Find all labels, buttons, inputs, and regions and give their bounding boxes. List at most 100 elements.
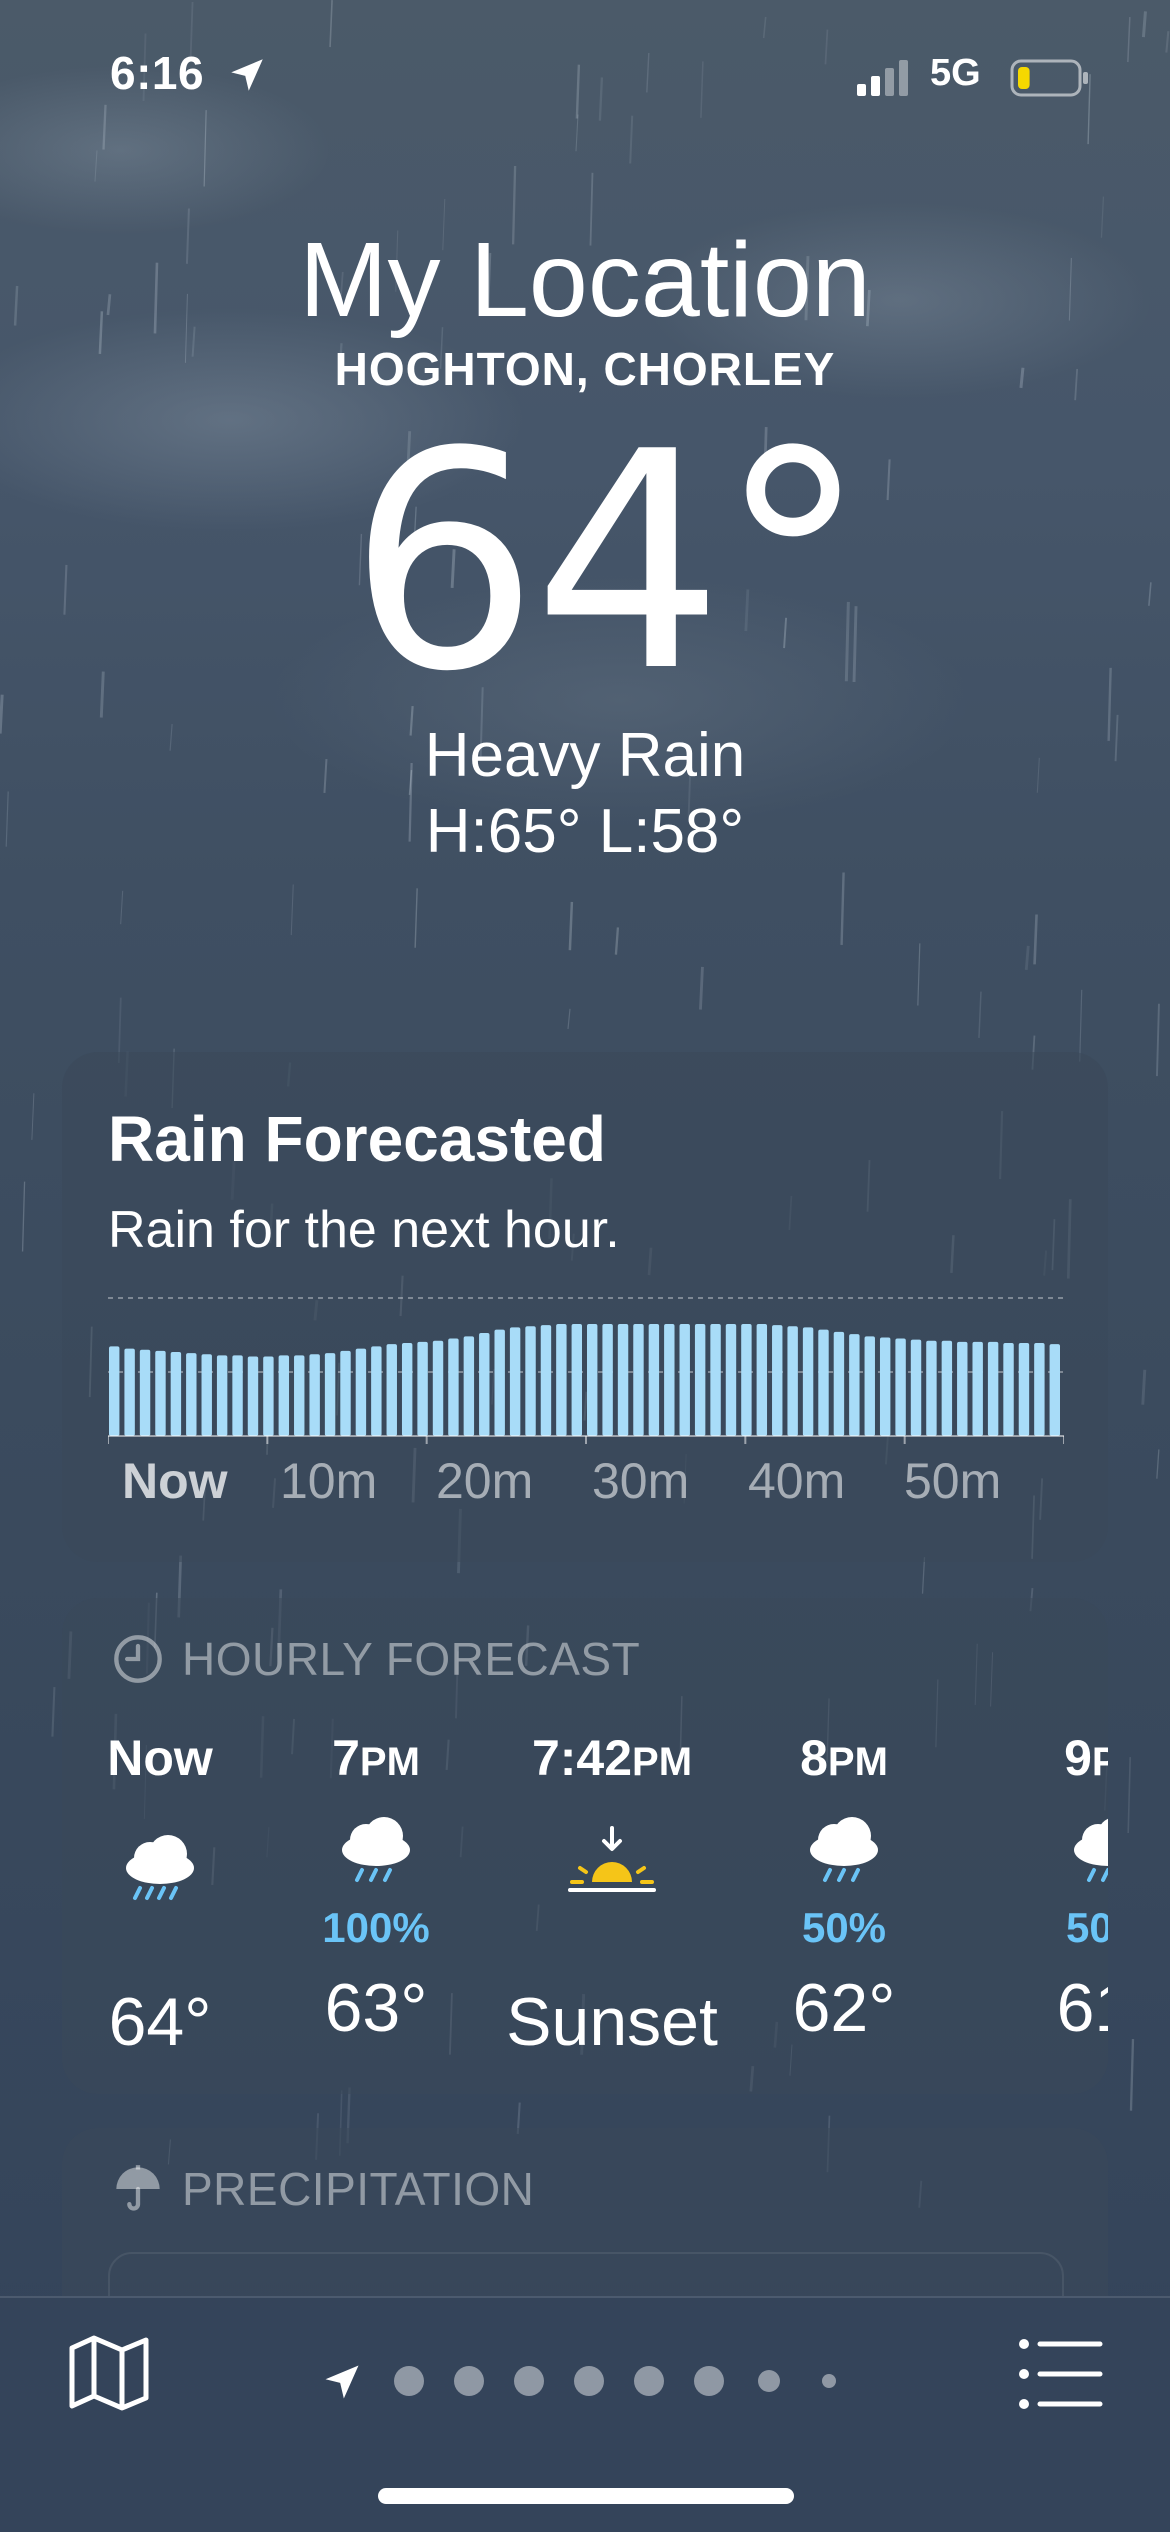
rain-streak <box>290 884 294 936</box>
current-conditions: My Location HOGHTON, CHORLEY 64° Heavy R… <box>0 220 1170 870</box>
rain-intensity-bar <box>756 1324 768 1436</box>
rain-streak <box>414 888 418 948</box>
rain-intensity-bar <box>124 1348 135 1436</box>
network-type: 5G <box>930 52 981 94</box>
rain-intensity-bar <box>509 1327 521 1436</box>
list-icon[interactable] <box>1016 2334 1106 2414</box>
rain-intensity-bar <box>633 1324 644 1436</box>
rain-streak <box>921 1557 926 1594</box>
rain-intensity-bar <box>1034 1343 1045 1436</box>
rain-intensity-bar <box>247 1356 259 1436</box>
page-indicator[interactable] <box>320 2350 850 2410</box>
rain-intensity-bar <box>587 1324 598 1436</box>
hour-precip-chance: 50% <box>1065 1904 1108 1951</box>
chart-label-now: Now <box>122 1453 228 1509</box>
precipitation-header: PRECIPITATION <box>112 2162 534 2216</box>
rain-intensity-bar <box>340 1350 351 1436</box>
rain-intensity-bar <box>109 1346 120 1436</box>
rain-intensity-bar <box>263 1356 274 1436</box>
rain-streak <box>1156 1003 1160 1077</box>
rain-streak <box>1127 1757 1131 1833</box>
hour-item-7pm: 7PM 100% 63° <box>256 1728 496 2048</box>
chart-time-labels: Now 10m 20m 30m 40m 50m <box>108 1452 1064 1532</box>
rain-intensity-bar <box>432 1340 444 1436</box>
rain-streak <box>94 150 98 182</box>
location-arrow-icon <box>231 59 263 91</box>
rain-intensity-bar <box>556 1324 567 1436</box>
hour-time: 8PM <box>800 1730 888 1786</box>
page-dot <box>454 2366 484 2396</box>
hour-item-now: Now 64° <box>62 1728 280 2062</box>
rain-intensity-bar <box>463 1336 475 1436</box>
rain-cloud-icon <box>126 1835 194 1900</box>
rain-intensity-bar <box>479 1332 490 1436</box>
rain-intensity-bar <box>155 1350 166 1436</box>
rain-intensity-bar <box>818 1329 829 1436</box>
rain-intensity-bar <box>972 1341 983 1436</box>
rain-intensity-bar <box>1049 1344 1060 1436</box>
chart-label-40m: 40m <box>748 1453 846 1509</box>
rain-streak <box>567 1008 571 1030</box>
rain-streak <box>1024 945 1030 971</box>
rain-intensity-bar <box>324 1353 336 1436</box>
current-temperature: 64° <box>348 388 868 737</box>
hour-time: Now <box>107 1730 213 1786</box>
chart-label-10m: 10m <box>280 1453 378 1509</box>
rain-intensity-bar <box>725 1324 737 1436</box>
rain-intensity-bar <box>787 1326 798 1436</box>
hour-precip-chance <box>62 1920 280 1970</box>
map-icon[interactable] <box>64 2328 154 2418</box>
clock-icon <box>114 1635 162 1683</box>
hourly-scroll[interactable]: Now 64° 7PM 100% 63° 7:42PM Sunset 8PM 5… <box>62 1728 1108 2088</box>
rain-intensity-bar <box>941 1340 953 1436</box>
page-dot <box>758 2370 780 2392</box>
hour-time: 7:42PM <box>531 1730 693 1786</box>
rain-intensity-bar <box>540 1325 552 1436</box>
rain-intensity-bar <box>849 1334 860 1436</box>
hour-temperature: 63° <box>324 1970 428 2046</box>
home-indicator <box>378 2488 794 2504</box>
location-name: My Location <box>299 221 871 339</box>
rain-intensity-bar <box>664 1324 675 1436</box>
rain-intensity-bar <box>417 1341 428 1436</box>
rain-streak <box>917 943 921 1006</box>
hour-temperature: 61° <box>1056 1970 1108 2046</box>
rain-intensity-bar <box>648 1324 660 1436</box>
rain-forecast-card[interactable]: Rain Forecasted Rain for the next hour. … <box>62 1052 1108 1562</box>
rain-streak <box>978 991 982 1038</box>
rain-intensity-bar <box>494 1329 505 1436</box>
status-bar: 6:16 5G <box>0 0 1170 150</box>
page-dot <box>634 2366 664 2396</box>
rain-intensity-bar <box>679 1324 690 1436</box>
cellular-signal-icon <box>857 60 908 96</box>
rain-intensity-bar <box>710 1324 721 1436</box>
rain-intensity-bar <box>386 1344 397 1436</box>
page-dot <box>822 2374 836 2388</box>
rain-intensity-bar <box>617 1324 629 1436</box>
rain-intensity-bar <box>802 1327 814 1436</box>
status-time: 6:16 <box>110 47 205 99</box>
hour-item-sunset: 7:42PM Sunset <box>462 1728 762 2062</box>
rain-intensity-bar <box>895 1338 906 1436</box>
rain-intensity-bar <box>232 1355 243 1436</box>
rain-intensity-bar <box>355 1348 367 1436</box>
hour-precip-chance: 50% <box>801 1904 887 1951</box>
hourly-forecast-card[interactable]: HOURLY FORECAST Now 64° 7PM 100% 63° 7:4… <box>62 1598 1108 2094</box>
rain-cloud-icon <box>342 1817 410 1882</box>
rain-intensity-bar <box>987 1341 999 1436</box>
chart-label-50m: 50m <box>904 1453 1002 1509</box>
hour-precip-chance: 100% <box>322 1904 430 1951</box>
high-low-temps: H:65° L:58° <box>425 797 745 866</box>
page-dot <box>574 2366 604 2396</box>
rain-streak <box>1141 1369 1147 1405</box>
rain-intensity-bar <box>186 1353 197 1436</box>
rain-intensity-bar <box>371 1346 382 1436</box>
rain-streak <box>1129 2039 1135 2111</box>
hourly-forecast-title: HOURLY FORECAST <box>182 1633 641 1685</box>
rain-card-title: Rain Forecasted <box>108 1103 606 1175</box>
hour-temperature: 62° <box>792 1970 896 2046</box>
rain-intensity-bar <box>602 1324 613 1436</box>
rain-intensity-bar <box>772 1325 783 1436</box>
rain-cloud-icon <box>810 1817 878 1882</box>
rain-streak <box>840 872 845 945</box>
